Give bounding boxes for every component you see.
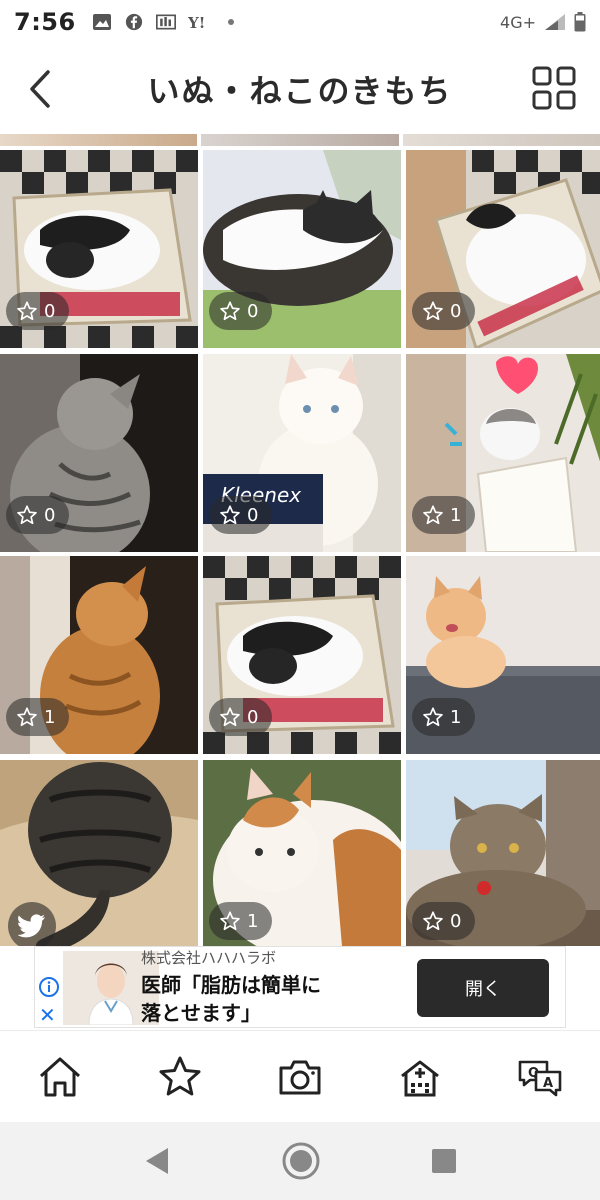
bottom-tab-bar: QA xyxy=(0,1030,600,1122)
nav-recents-icon xyxy=(432,1149,456,1173)
like-badge[interactable]: 0 xyxy=(412,292,476,330)
ad-open-button[interactable]: 開く xyxy=(417,959,549,1017)
tab-favorites[interactable] xyxy=(150,1047,210,1107)
more-notifications-icon xyxy=(227,19,234,25)
like-badge[interactable]: 0 xyxy=(6,292,70,330)
photo-tile[interactable]: 0 xyxy=(406,760,600,946)
yahoo-icon: Y! xyxy=(188,14,205,31)
ad-company: 株式会社ハハハラボ xyxy=(141,949,277,967)
page-title: いぬ・ねこのきもち xyxy=(147,72,453,110)
like-count: 0 xyxy=(247,706,259,728)
star-outline-icon xyxy=(16,706,38,728)
photo-tile[interactable]: 0 xyxy=(0,150,198,348)
star-outline-icon xyxy=(422,300,444,322)
photo-tile[interactable]: 1 xyxy=(406,556,600,754)
like-badge[interactable]: 0 xyxy=(209,496,273,534)
ad-headline: 医師「脂肪は簡単に 落とせます」 xyxy=(141,971,401,1027)
photo-tile[interactable]: 1 xyxy=(0,556,198,754)
chevron-left-icon[interactable] xyxy=(22,66,62,112)
nav-back-button[interactable] xyxy=(143,1146,171,1176)
star-outline-icon xyxy=(219,504,241,526)
photo-tile[interactable]: 0 xyxy=(0,354,198,552)
svg-text:Y!: Y! xyxy=(188,14,205,31)
photo-tile[interactable]: Kleenex 0 xyxy=(203,354,401,552)
photo-tile[interactable]: 0 xyxy=(203,556,401,754)
like-count: 0 xyxy=(44,504,56,526)
ad-banner[interactable]: ✕ 株式会社ハハハラボ 医師「脂肪は簡単に 落とせます」 開く xyxy=(34,946,566,1028)
star-outline-icon xyxy=(16,300,38,322)
like-badge[interactable]: 1 xyxy=(6,698,70,736)
like-badge[interactable]: 1 xyxy=(412,496,476,534)
like-count: 0 xyxy=(247,300,259,322)
tab-camera[interactable] xyxy=(270,1047,330,1107)
camera-icon xyxy=(279,1060,321,1094)
signal-icon xyxy=(545,14,565,30)
like-badge[interactable]: 1 xyxy=(412,698,476,736)
star-outline-icon xyxy=(16,504,38,526)
tab-qa[interactable]: QA xyxy=(510,1047,570,1107)
system-nav-bar xyxy=(0,1122,600,1200)
star-outline-icon xyxy=(219,300,241,322)
photo-tile[interactable]: 0 xyxy=(406,150,600,348)
app-header: いぬ・ねこのきもち xyxy=(0,44,600,134)
star-outline-icon xyxy=(219,706,241,728)
like-count: 0 xyxy=(450,910,462,932)
like-count: 0 xyxy=(450,300,462,322)
status-bar: 7:56 Y! 4G+ xyxy=(0,0,600,44)
nav-recents-button[interactable] xyxy=(431,1148,457,1174)
like-count: 1 xyxy=(450,706,462,728)
photo-tile[interactable] xyxy=(0,760,198,946)
like-count: 1 xyxy=(44,706,56,728)
qa-icon: QA xyxy=(518,1060,562,1096)
like-badge[interactable]: 0 xyxy=(6,496,70,534)
star-outline-icon xyxy=(422,910,444,932)
like-count: 0 xyxy=(247,504,259,526)
grid-view-icon[interactable] xyxy=(532,66,576,110)
star-outline-icon xyxy=(422,706,444,728)
svg-text:A: A xyxy=(543,1076,553,1091)
like-badge[interactable]: 0 xyxy=(412,902,476,940)
photo-tile[interactable]: 1 xyxy=(406,354,600,552)
battery-icon xyxy=(574,12,586,32)
home-icon xyxy=(39,1057,81,1096)
twitter-icon[interactable] xyxy=(8,902,56,946)
building-icon xyxy=(155,14,176,30)
tab-hospital[interactable] xyxy=(390,1047,450,1107)
partial-row xyxy=(0,134,600,146)
facebook-icon xyxy=(125,13,142,31)
like-count: 1 xyxy=(247,910,259,932)
hospital-icon xyxy=(401,1060,439,1096)
star-outline-icon xyxy=(422,504,444,526)
nav-back-icon xyxy=(146,1148,168,1174)
status-time: 7:56 xyxy=(14,8,76,36)
nav-home-button[interactable] xyxy=(281,1141,321,1181)
ad-close-icon[interactable]: ✕ xyxy=(39,1003,56,1027)
like-badge[interactable]: 0 xyxy=(209,698,273,736)
ad-headline-line1: 医師「脂肪は簡単に xyxy=(141,973,321,997)
photo-grid: 0 0 0 0 Kleenex 0 1 1 0 1 1 0 xyxy=(0,134,600,946)
like-badge[interactable]: 0 xyxy=(209,292,273,330)
like-count: 0 xyxy=(44,300,56,322)
ad-headline-line2: 落とせます」 xyxy=(141,1001,261,1025)
network-type: 4G+ xyxy=(500,12,536,32)
star-icon xyxy=(159,1056,201,1095)
like-count: 1 xyxy=(450,504,462,526)
star-outline-icon xyxy=(219,910,241,932)
status-right: 4G+ xyxy=(500,12,586,32)
nav-home-icon xyxy=(282,1142,320,1180)
photo-tile[interactable]: 1 xyxy=(203,760,401,946)
ad-info-icon[interactable] xyxy=(39,977,59,997)
photo-tile[interactable]: 0 xyxy=(203,150,401,348)
tab-home[interactable] xyxy=(30,1047,90,1107)
gallery-icon xyxy=(92,14,111,30)
like-badge[interactable]: 1 xyxy=(209,902,273,940)
notification-icons: Y! xyxy=(92,13,236,31)
